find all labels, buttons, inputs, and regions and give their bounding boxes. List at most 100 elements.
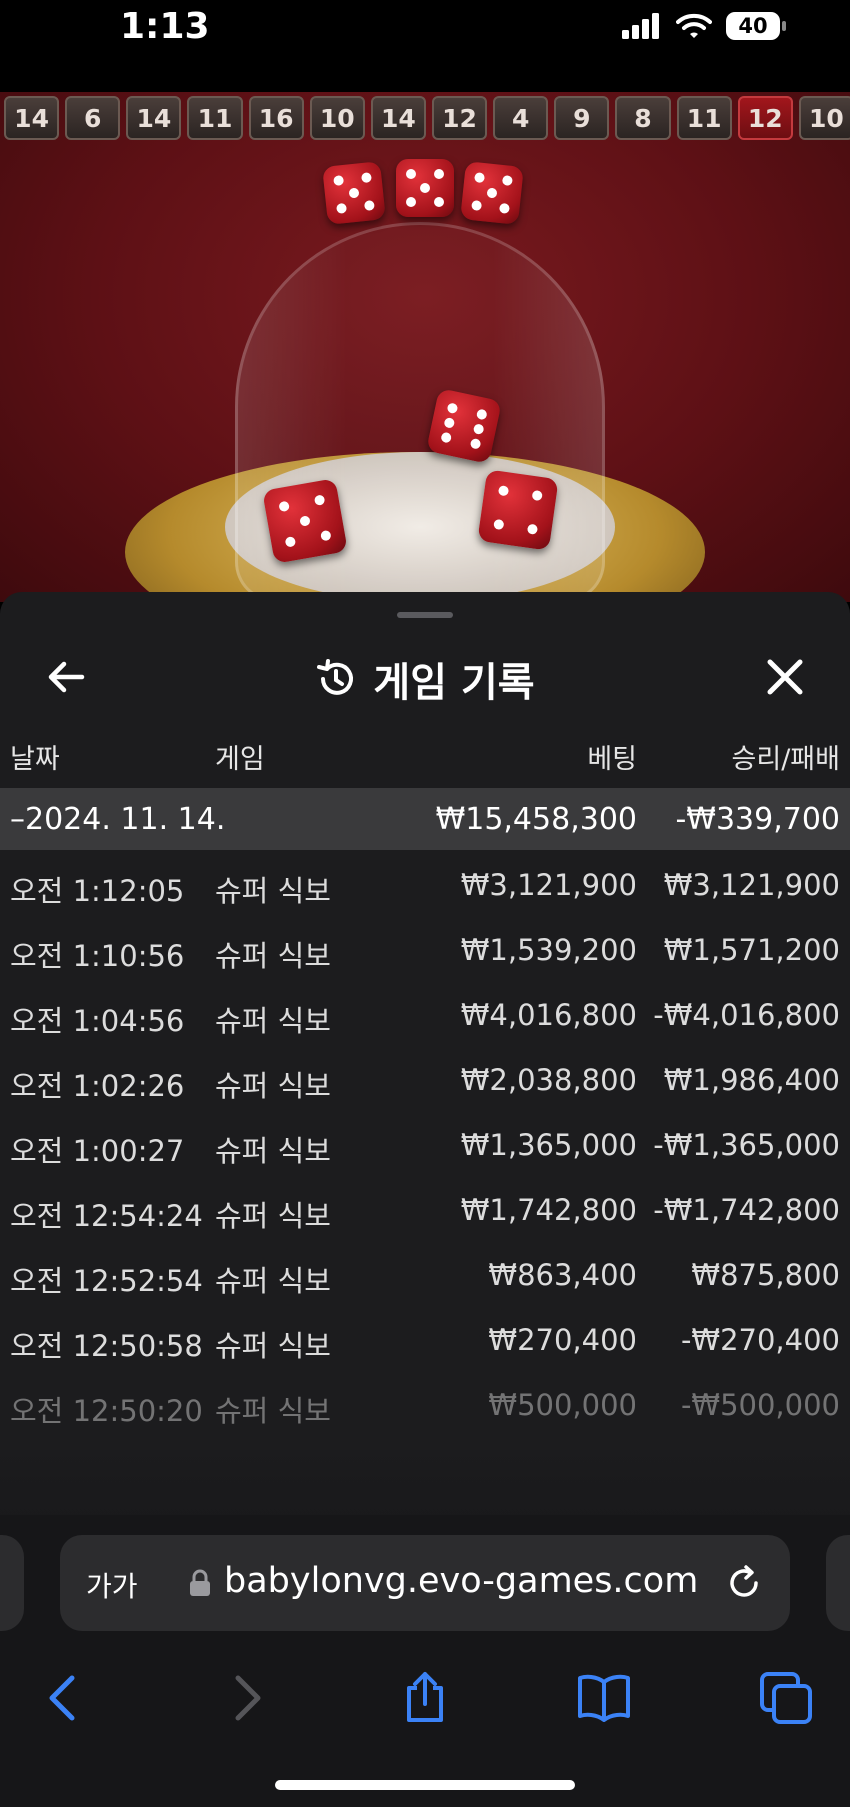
row-winloss: -₩4,016,800 bbox=[653, 998, 840, 1032]
row-time: 오전 1:00:27 bbox=[10, 1134, 185, 1168]
row-game: 슈퍼 식보 bbox=[215, 1394, 331, 1428]
row-game: 슈퍼 식보 bbox=[215, 1264, 331, 1298]
lock-icon bbox=[190, 1569, 210, 1596]
history-rows: 오전 1:12:05 슈퍼 식보 ₩3,121,900 ₩3,121,900 오전 1:… bbox=[0, 854, 850, 1439]
row-time: 오전 1:02:26 bbox=[10, 1069, 185, 1103]
status-time: 1:13 bbox=[120, 6, 210, 47]
panel-title: 게임 기록 bbox=[373, 660, 535, 706]
result-5: 16 bbox=[248, 96, 304, 140]
share-icon bbox=[407, 1672, 443, 1722]
result-1: 14 bbox=[4, 96, 60, 140]
column-headers: 날짜 게임 베팅 승리/패배 bbox=[0, 737, 850, 777]
row-game: 슈퍼 식보 bbox=[215, 939, 331, 973]
history-row[interactable]: 오전 1:12:05 슈퍼 식보 ₩3,121,900 ₩3,121,900 bbox=[0, 854, 850, 919]
row-time: 오전 1:04:56 bbox=[10, 1004, 185, 1038]
result-6: 10 bbox=[309, 96, 365, 140]
row-bet: ₩270,400 bbox=[488, 1323, 637, 1357]
tabs-button[interactable] bbox=[758, 1670, 814, 1726]
result-13: 12 bbox=[737, 96, 793, 140]
history-row[interactable]: 오전 1:00:27 슈퍼 식보 ₩1,365,000 -₩1,365,000 bbox=[0, 1114, 850, 1179]
row-bet: ₩3,121,900 bbox=[460, 868, 637, 902]
history-row[interactable]: 오전 1:10:56 슈퍼 식보 ₩1,539,200 ₩1,571,200 bbox=[0, 919, 850, 984]
result-die-1 bbox=[322, 161, 386, 225]
row-winloss: -₩270,400 bbox=[680, 1323, 840, 1357]
row-winloss: -₩1,742,800 bbox=[653, 1193, 840, 1227]
drag-handle[interactable] bbox=[397, 612, 453, 618]
row-winloss: ₩1,571,200 bbox=[663, 933, 840, 967]
chevron-right-icon bbox=[235, 1675, 261, 1721]
url-text[interactable]: babylonvg.evo-games.com bbox=[224, 1561, 698, 1601]
row-bet: ₩863,400 bbox=[488, 1258, 637, 1292]
result-4: 11 bbox=[187, 96, 243, 140]
row-time: 오전 12:54:24 bbox=[10, 1199, 203, 1233]
plate-die-1 bbox=[426, 388, 502, 464]
row-game: 슈퍼 식보 bbox=[215, 1069, 331, 1103]
bookmarks-button[interactable] bbox=[576, 1670, 632, 1726]
address-bar[interactable]: 가가 babylonvg.evo-games.com bbox=[60, 1535, 790, 1631]
chevron-left-icon bbox=[49, 1675, 75, 1721]
column-bet: 베팅 bbox=[587, 744, 637, 775]
forward-nav-button[interactable] bbox=[218, 1670, 274, 1726]
summary-date: –2024. 11. 14. bbox=[10, 802, 226, 837]
column-game: 게임 bbox=[215, 744, 265, 775]
row-bet: ₩1,539,200 bbox=[460, 933, 637, 967]
history-row[interactable]: 오전 12:52:54 슈퍼 식보 ₩863,400 ₩875,800 bbox=[0, 1244, 850, 1309]
reader-settings-button[interactable]: 가가 bbox=[86, 1565, 138, 1605]
home-indicator[interactable] bbox=[275, 1780, 575, 1790]
result-7: 14 bbox=[370, 96, 426, 140]
result-9: 4 bbox=[493, 96, 549, 140]
history-row[interactable]: 오전 1:02:26 슈퍼 식보 ₩2,038,800 ₩1,986,400 bbox=[0, 1049, 850, 1114]
share-button[interactable] bbox=[397, 1670, 453, 1726]
row-bet: ₩1,365,000 bbox=[460, 1128, 637, 1162]
game-history-panel: 게임 기록 날짜 게임 베팅 승리/패배 –2024. 11. 14. ₩15,… bbox=[0, 592, 850, 1592]
game-video[interactable]: 14 6 14 11 16 10 14 12 4 9 8 11 12 10 bbox=[0, 92, 850, 602]
panel-title-group: 게임 기록 bbox=[0, 650, 850, 708]
close-icon bbox=[767, 659, 803, 695]
row-time: 오전 12:52:54 bbox=[10, 1264, 203, 1298]
result-3: 14 bbox=[126, 96, 182, 140]
panel-header: 게임 기록 bbox=[0, 632, 850, 722]
history-icon bbox=[317, 659, 354, 695]
row-bet: ₩1,742,800 bbox=[460, 1193, 637, 1227]
results-strip: 14 6 14 11 16 10 14 12 4 9 8 11 12 10 bbox=[0, 96, 850, 140]
history-row[interactable]: 오전 12:54:24 슈퍼 식보 ₩1,742,800 -₩1,742,800 bbox=[0, 1179, 850, 1244]
column-winloss: 승리/패배 bbox=[731, 744, 840, 775]
signal-icon bbox=[622, 13, 659, 39]
back-nav-button[interactable] bbox=[36, 1670, 92, 1726]
row-game: 슈퍼 식보 bbox=[215, 874, 331, 908]
row-game: 슈퍼 식보 bbox=[215, 1199, 331, 1233]
result-8: 12 bbox=[431, 96, 488, 140]
status-bar: 1:13 40 bbox=[0, 0, 850, 92]
result-11: 8 bbox=[615, 96, 671, 140]
row-time: 오전 12:50:58 bbox=[10, 1329, 203, 1363]
result-die-2 bbox=[396, 159, 454, 217]
column-date: 날짜 bbox=[10, 744, 60, 775]
wifi-icon bbox=[676, 13, 712, 38]
row-winloss: ₩1,986,400 bbox=[663, 1063, 840, 1097]
previous-tab-peek[interactable] bbox=[0, 1535, 24, 1631]
plate-die-3 bbox=[477, 469, 559, 551]
history-row[interactable]: 오전 12:50:58 슈퍼 식보 ₩270,400 -₩270,400 bbox=[0, 1309, 850, 1374]
row-game: 슈퍼 식보 bbox=[215, 1134, 331, 1168]
battery-icon: 40 bbox=[726, 12, 786, 40]
next-tab-peek[interactable] bbox=[826, 1535, 850, 1631]
row-time: 오전 1:12:05 bbox=[10, 874, 185, 908]
summary-winloss: -₩339,700 bbox=[675, 802, 840, 837]
row-bet: ₩500,000 bbox=[488, 1388, 637, 1422]
row-winloss: ₩3,121,900 bbox=[663, 868, 840, 902]
history-row[interactable]: 오전 1:04:56 슈퍼 식보 ₩4,016,800 -₩4,016,800 bbox=[0, 984, 850, 1049]
plate-die-2 bbox=[262, 478, 348, 564]
reload-icon[interactable] bbox=[722, 1561, 766, 1605]
book-icon bbox=[578, 1674, 630, 1722]
result-die-3 bbox=[460, 161, 524, 225]
status-icons: 40 bbox=[622, 12, 786, 40]
result-12: 11 bbox=[676, 96, 732, 140]
browser-chrome: 가가 babylonvg.evo-games.com bbox=[0, 1515, 850, 1807]
close-button[interactable] bbox=[760, 652, 810, 702]
browser-toolbar bbox=[0, 1650, 850, 1740]
history-row[interactable]: 오전 12:50:20 슈퍼 식보 ₩500,000 -₩500,000 bbox=[0, 1374, 850, 1439]
date-summary-row[interactable]: –2024. 11. 14. ₩15,458,300 -₩339,700 bbox=[0, 788, 850, 850]
row-winloss: -₩1,365,000 bbox=[653, 1128, 840, 1162]
result-14: 10 bbox=[798, 96, 850, 140]
row-winloss: ₩875,800 bbox=[691, 1258, 840, 1292]
